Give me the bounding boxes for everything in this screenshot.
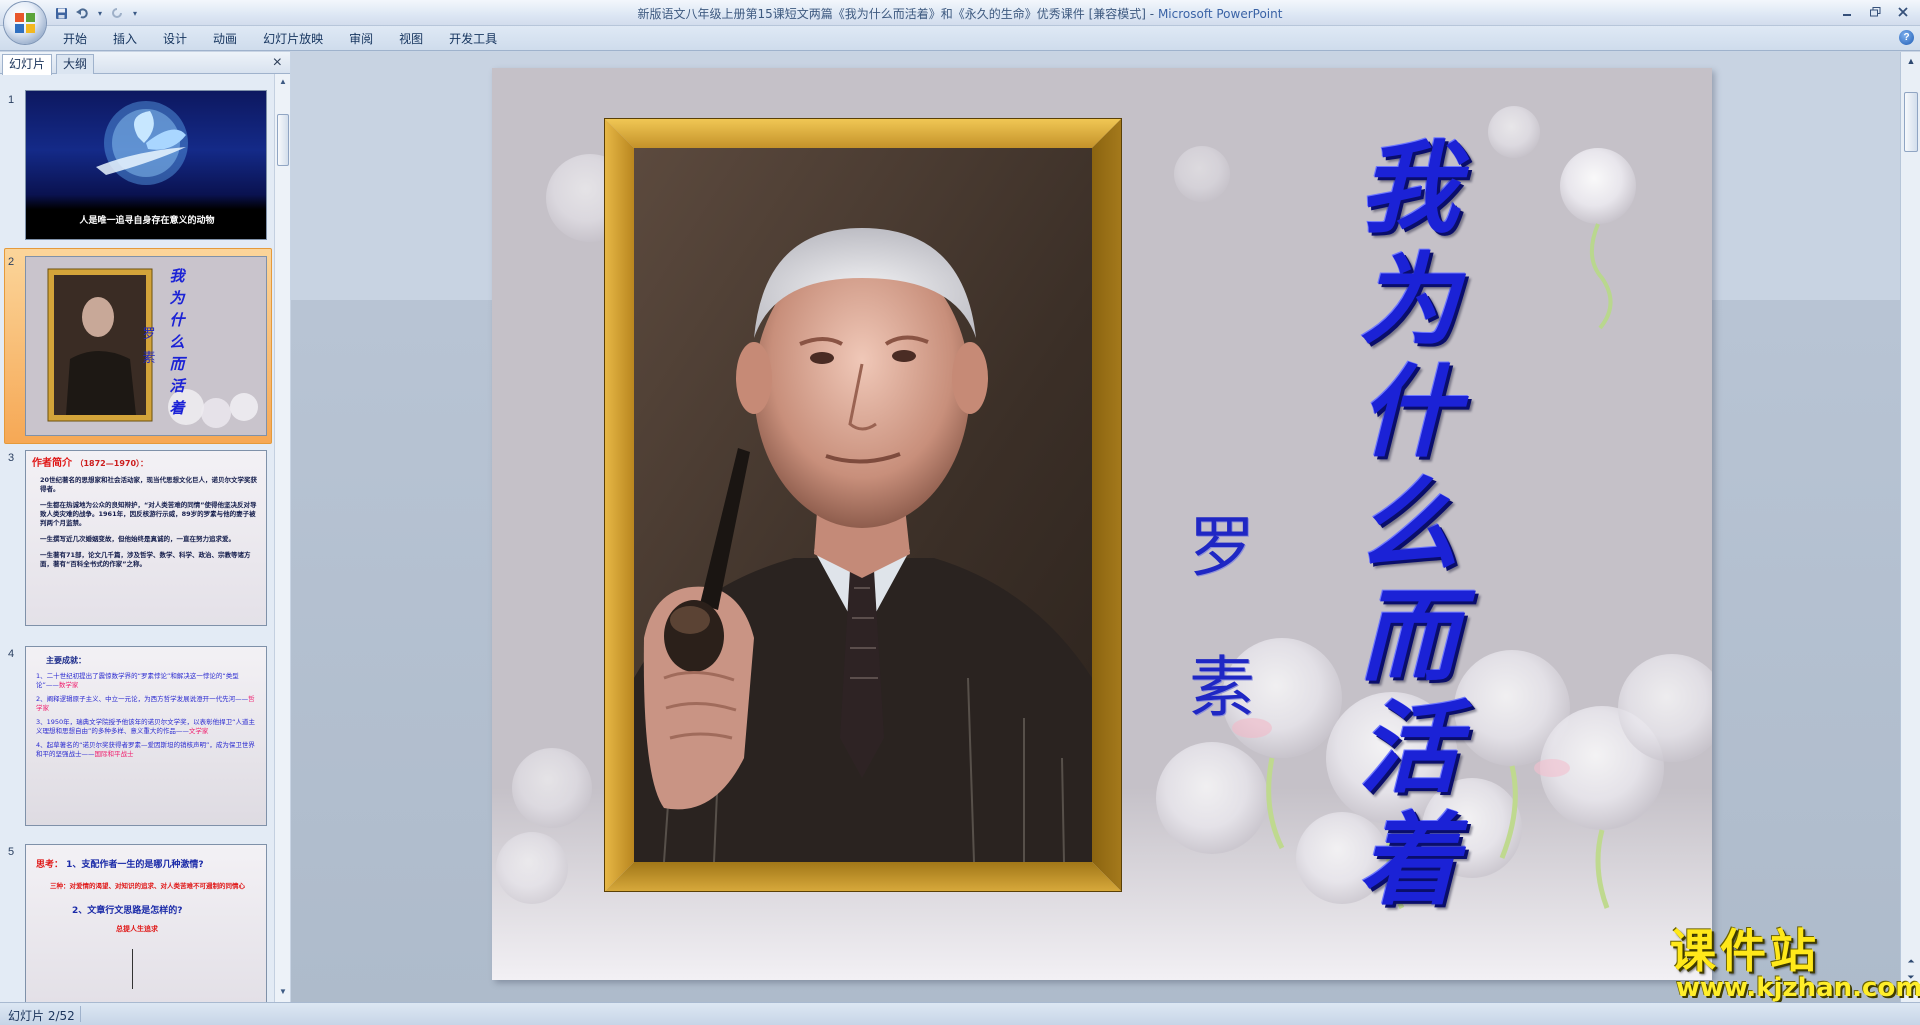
title-char: 么 [1359,465,1459,583]
slide-title[interactable]: 我 为 什 么 而 活 着 [1349,128,1469,948]
office-button[interactable] [4,2,46,44]
thumbnail-bullet: 一生都在热诚地为公众的良知辩护，“对人类苦难的同情”使得他坚决反对导致人类灾难的… [40,501,257,527]
thumbnail-answer-1: 三种：对爱情的渴望、对知识的追求、对人类苦难不可遏制的同情心 [50,882,245,890]
title-char: 着 [1359,801,1459,919]
tab-developer[interactable]: 开发工具 [436,29,510,49]
portrait-frame[interactable] [604,118,1122,892]
slides-panel: 幻灯片 大纲 × 1 人是唯一追寻自身存在意义的动物 2 我为什么而活着 罗 素… [0,52,290,1002]
thumbnail-item-text: 4、起草著名的“诺贝尔奖获得者罗素—爱因斯坦的销核声明”，成为保卫世界和平的坚强… [36,741,255,758]
thumbnail-number: 1 [8,94,15,106]
title-char: 为 [1359,241,1459,359]
thumbnail-3[interactable]: 作者简介 （1872—1970）： 20世纪著名的思想家和社会活动家，现当代思想… [25,450,267,626]
status-bar: 幻灯片 2/52 [0,1002,1920,1025]
title-char: 活 [1359,689,1459,807]
thumbnail-item-tag: 数学家 [58,681,79,689]
watermark-text: 课件站 [1670,924,1820,978]
panel-tabs: 幻灯片 大纲 × [0,52,290,75]
title-char: 我 [1359,129,1459,247]
scroll-up-icon[interactable]: ▲ [277,76,289,88]
tab-animations[interactable]: 动画 [200,29,250,49]
thumbnail-5[interactable]: 思考： 1、支配作者一生的是哪几种激情? 三种：对爱情的渴望、对知识的追求、对人… [25,844,267,1002]
close-window-icon[interactable] [1890,2,1916,22]
ribbon-tab-strip: 开始 插入 设计 动画 幻灯片放映 审阅 视图 开发工具 ? [0,26,1920,51]
thumbnail-number: 5 [8,846,15,858]
title-bar: ▾ ▾ 新版语文八年级上册第15课短文两篇《我为什么而活着》和《永久的生命》优秀… [0,0,1920,26]
thumbnail-4[interactable]: 主要成就： 1、二十世纪初提出了震惊数学界的“罗素悖论”和解决这一悖论的“类型论… [25,646,267,826]
thumbnail-heading-dates: （1872—1970）： [75,459,149,468]
tab-review[interactable]: 审阅 [336,29,386,49]
thumbnail-heading: 主要成就： [46,656,86,665]
watermark-url: www.kjzhan.com [1676,973,1920,1003]
thumbnail-bullet: 20世纪著名的思想家和社会活动家，现当代思想文化巨人，诺贝尔文学奖获得者。 [40,476,258,493]
watermark-logo: 课件站 www.kjzhan.com [1670,924,1920,1007]
thumbnail-item-tag: 文学家 [188,727,209,735]
thumbnail-bullet: 一生著有71部，论文几千篇，涉及哲学、数学、科学、政治、宗教等诸方面，著有“百科… [40,551,251,568]
status-separator [80,1006,81,1022]
scrollbar-thumb[interactable] [1904,92,1918,152]
thumbnail-number: 4 [8,648,15,660]
minimize-icon[interactable] [1834,2,1860,22]
thumbnail-item: 1、二十世纪初提出了震惊数学界的“罗素悖论”和解决这一悖论的“类型论”——数学家 [36,672,256,690]
author-char[interactable]: 罗 [1182,508,1262,588]
slide-canvas[interactable]: 我 为 什 么 而 活 着 罗 素 [492,68,1712,980]
thumbnail-list: 1 人是唯一追寻自身存在意义的动物 2 我为什么而活着 罗 素 3 作者简介 （… [0,74,272,1002]
help-icon[interactable]: ? [1899,30,1914,45]
panel-close-icon[interactable]: × [273,54,282,72]
butterfly-moon-image [96,101,188,185]
title-char: 而 [1359,577,1459,695]
scrollbar-thumb[interactable] [277,114,289,166]
thumbnail-label: 思考： [36,860,64,870]
author-char[interactable]: 素 [1182,648,1262,728]
thumbnail-bullet: 一生撰写近几次婚姻变故，但他始终是真诚的，一直在努力追求爱。 [40,535,235,543]
thumbnail-1[interactable]: 人是唯一追寻自身存在意义的动物 [25,90,267,240]
slide-scrollbar[interactable]: ▲ ⏶ ⏷ ▼ [1900,52,1920,1002]
previous-slide-icon[interactable]: ⏶ [1904,954,1918,968]
thumbnail-heading: 作者简介 （1872—1970）： [32,457,260,470]
office-logo-icon [15,13,35,33]
thumbnail-answer-2: 总提人生追求 [116,925,158,933]
thumbnail-item-text: 3、1950年，瑞典文学院授予他该年的诺贝尔文学奖，以表彰他捍卫“人道主义理想和… [36,718,256,735]
window-controls [1834,2,1916,22]
thumbnail-question-2: 2、文章行文思路是怎样的? [72,906,183,916]
restore-icon[interactable] [1862,2,1888,22]
thumbnail-item: 3、1950年，瑞典文学院授予他该年的诺贝尔文学奖，以表彰他捍卫“人道主义理想和… [36,718,256,736]
window-title: 新版语文八年级上册第15课短文两篇《我为什么而活着》和《永久的生命》优秀课件 [… [0,5,1920,22]
powerpoint-window: ▾ ▾ 新版语文八年级上册第15课短文两篇《我为什么而活着》和《永久的生命》优秀… [0,0,1920,1025]
tab-design[interactable]: 设计 [150,29,200,49]
tab-slides[interactable]: 幻灯片 [2,54,53,75]
tab-slideshow[interactable]: 幻灯片放映 [250,29,336,49]
thumbnail-2[interactable]: 我为什么而活着 罗 素 [25,256,267,436]
scroll-down-icon[interactable]: ▼ [277,986,289,998]
thumbnail-scrollbar[interactable]: ▲ ▼ [274,74,290,1002]
thumbnail-title: 我为什么而活着 [169,267,185,417]
thumbnail-connector-line [132,949,133,989]
thumbnail-heading-text: 作者简介 [32,458,72,469]
thumbnail-item: 2、阐释逻辑原子主义、中立一元论，为西方哲学发展说澄开一代先河——哲学家 [36,695,256,713]
title-char: 什 [1359,353,1459,471]
thumbnail-item: 4、起草著名的“诺贝尔奖获得者罗素—爱因斯坦的销核声明”，成为保卫世界和平的坚强… [36,741,256,759]
tab-insert[interactable]: 插入 [100,29,150,49]
thumbnail-item-text: 2、阐释逻辑原子主义、中立一元论，为西方哲学发展说澄开一代先河—— [36,695,249,703]
tab-outline[interactable]: 大纲 [56,54,95,74]
slide-indicator: 幻灯片 2/52 [8,1009,75,1023]
tab-home[interactable]: 开始 [50,29,100,49]
thumbnail-number: 3 [8,452,15,464]
thumbnail-question-1: 1、支配作者一生的是哪几种激情? [66,860,204,870]
thumbnail-author: 罗 素 [142,327,156,366]
thumbnail-question-line: 思考： 1、支配作者一生的是哪几种激情? [36,857,256,870]
app-name: Microsoft PowerPoint [1157,7,1283,21]
thumbnail-caption: 人是唯一追寻自身存在意义的动物 [79,216,215,226]
tab-view[interactable]: 视图 [386,29,436,49]
thumbnail-number: 2 [8,256,15,268]
document-title: 新版语文八年级上册第15课短文两篇《我为什么而活着》和《永久的生命》优秀课件 [… [637,7,1158,21]
thumbnail-item-tag: 国际和平战士 [94,750,134,758]
scroll-up-icon[interactable]: ▲ [1904,54,1918,68]
